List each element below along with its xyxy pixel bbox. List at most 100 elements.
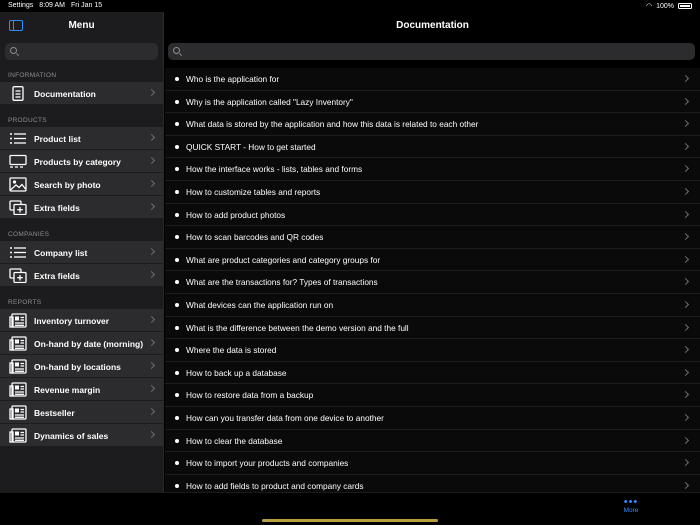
category-icon [9, 154, 27, 169]
sidebar-item[interactable]: Extra fields [0, 264, 163, 287]
documentation-pane: Documentation Who is the application for… [165, 12, 700, 498]
status-time: 8:09 AM [39, 2, 65, 9]
chevron-right-icon [681, 255, 690, 263]
list-item-label: What are product categories and category… [186, 254, 381, 265]
list-item[interactable]: How to restore data from a backup [165, 384, 700, 407]
list-item-label: QUICK START - How to get started [186, 141, 316, 152]
sidebar-item[interactable]: Documentation [0, 82, 163, 105]
list-item[interactable]: How to add product photos [165, 203, 700, 227]
chevron-right-icon [147, 407, 156, 416]
sidebar-item[interactable]: Dynamics of sales [0, 424, 163, 447]
bullet-icon [175, 257, 179, 262]
chevron-right-icon [681, 97, 690, 105]
chevron-right-icon [681, 165, 690, 173]
chevron-right-icon [147, 133, 156, 142]
list-item-label: What is the difference between the demo … [186, 322, 409, 333]
list-item[interactable]: How can you transfer data from one devic… [165, 406, 700, 430]
main-search-input[interactable] [184, 43, 691, 60]
chevron-right-icon [681, 187, 690, 196]
page-title: Documentation [396, 20, 469, 31]
list-item-label: How to scan barcodes and QR codes [186, 232, 324, 243]
home-indicator[interactable] [262, 519, 438, 522]
wifi-icon: ◠ [645, 3, 653, 10]
report-icon [9, 313, 27, 328]
list-item[interactable]: What devices can the application run on [165, 293, 700, 317]
more-button[interactable]: ••• More [616, 497, 646, 515]
list-item-label: Where the data is stored [186, 345, 277, 356]
back-to-app-label[interactable]: Settings [8, 2, 33, 9]
chevron-right-icon [681, 459, 690, 467]
add-fields-icon [9, 200, 27, 216]
list-item[interactable]: How the interface works - lists, tables … [165, 158, 700, 181]
list-item-label: How to import your products and companie… [186, 458, 349, 469]
sidebar-search-input[interactable] [21, 43, 154, 60]
sidebar-item-label: Extra fields [34, 271, 80, 281]
bullet-icon [175, 99, 179, 104]
main-search[interactable] [168, 43, 695, 60]
chevron-right-icon [147, 88, 156, 97]
chevron-right-icon [147, 156, 156, 165]
list-item[interactable]: QUICK START - How to get started [165, 135, 700, 159]
sidebar-item[interactable]: Company list [0, 241, 163, 264]
battery-percent: 100% [656, 2, 674, 10]
chevron-right-icon [147, 247, 156, 256]
list-item-label: Why is the application called "Lazy Inve… [186, 96, 353, 107]
chevron-right-icon [147, 315, 156, 324]
sidebar-item-label: Company list [34, 248, 88, 258]
sidebar-item[interactable]: Inventory turnover [0, 309, 163, 332]
sidebar-search[interactable] [5, 43, 158, 60]
list-item[interactable]: How to scan barcodes and QR codes [165, 226, 700, 249]
sidebar-item[interactable]: On-hand by date (morning) [0, 332, 163, 355]
list-item[interactable]: What data is stored by the application a… [165, 113, 700, 136]
bullet-icon [175, 189, 179, 194]
list-item[interactable]: Who is the application for [165, 68, 700, 91]
sidebar-item[interactable]: Revenue margin [0, 378, 163, 401]
sidebar-item-label: Inventory turnover [34, 316, 110, 326]
sidebar-item[interactable]: Products by category [0, 150, 163, 173]
report-icon [9, 382, 27, 397]
list-item-label: What data is stored by the application a… [186, 119, 479, 130]
sidebar: Menu INFORMATION Documentation PRODUCTS Pro… [0, 12, 164, 492]
sidebar-item[interactable]: Extra fields [0, 196, 163, 219]
sidebar-item-label: On-hand by locations [34, 362, 121, 372]
list-item[interactable]: How to customize tables and reports [165, 180, 700, 204]
status-date: Fri Jan 15 [70, 2, 103, 9]
sidebar-item-label: Products by category [34, 157, 121, 167]
sidebar-item[interactable]: On-hand by locations [0, 355, 163, 378]
status-bar: Settings 8:09 AM Fri Jan 15 ◠ 100% [0, 0, 700, 12]
sidebar-header: Menu [0, 12, 163, 40]
sidebar-item[interactable]: Product list [0, 127, 163, 150]
sidebar-item[interactable]: Bestseller [0, 401, 163, 424]
add-fields-icon [9, 268, 27, 284]
search-icon [173, 47, 180, 54]
chevron-right-icon [681, 74, 690, 83]
chevron-right-icon [681, 233, 690, 241]
chevron-right-icon [147, 270, 156, 279]
list-item[interactable]: What are product categories and category… [165, 248, 700, 272]
list-item-label: How the interface works - lists, tables … [186, 164, 363, 175]
chevron-right-icon [147, 384, 156, 393]
sidebar-item-label: Revenue margin [34, 385, 101, 395]
bottom-bar: ••• More [0, 492, 700, 525]
sidebar-item[interactable]: Search by photo [0, 173, 163, 196]
list-item[interactable]: How to import your products and companie… [165, 452, 700, 475]
list-item[interactable]: Where the data is stored [165, 339, 700, 362]
list-item[interactable]: What are the transactions for? Types of … [165, 271, 700, 294]
list-item[interactable]: How to back up a database [165, 361, 700, 385]
chevron-right-icon [681, 210, 690, 218]
bullet-icon [175, 144, 179, 149]
list-item-label: How can you transfer data from one devic… [186, 412, 384, 423]
section-label: COMPANIES [8, 231, 50, 238]
list-item[interactable]: How to clear the database [165, 429, 700, 453]
sidebar-sections: INFORMATION Documentation PRODUCTS Product … [0, 69, 163, 447]
bullet-icon [175, 461, 179, 466]
list-item[interactable]: Why is the application called "Lazy Inve… [165, 90, 700, 114]
chevron-right-icon [681, 120, 690, 128]
list-item[interactable]: What is the difference between the demo … [165, 316, 700, 340]
bullet-icon [175, 302, 179, 307]
chevron-right-icon [681, 142, 690, 150]
report-icon [9, 336, 27, 351]
list-icon [9, 131, 27, 146]
sidebar-item-label: Bestseller [34, 408, 75, 418]
bullet-icon [175, 438, 179, 443]
